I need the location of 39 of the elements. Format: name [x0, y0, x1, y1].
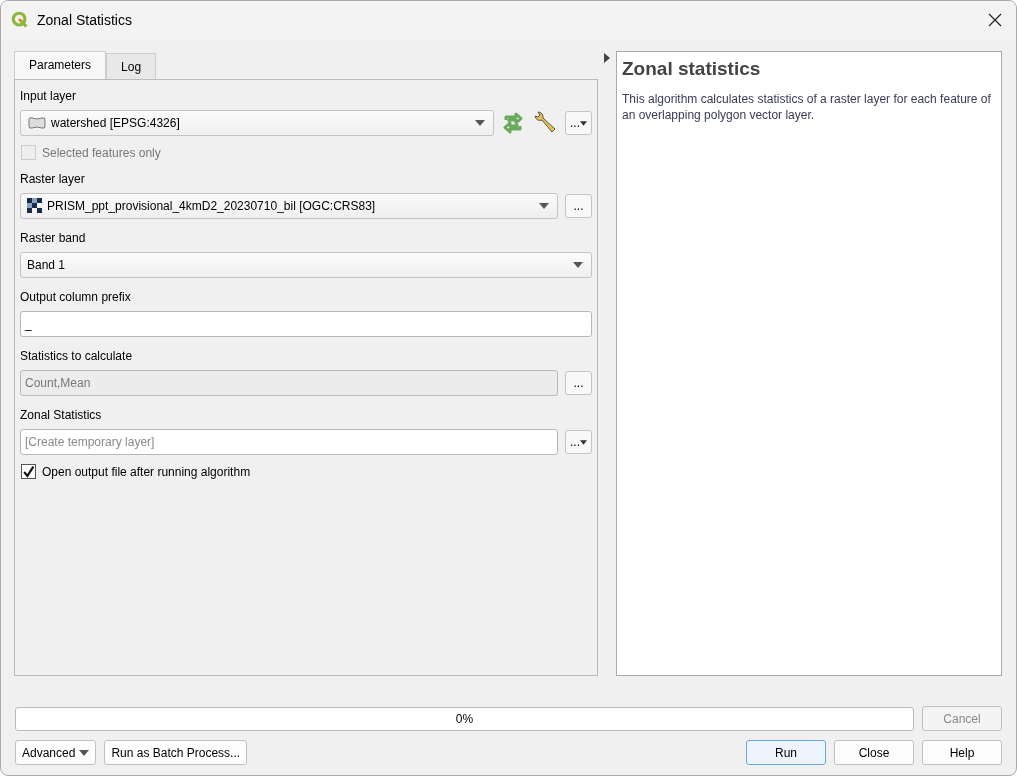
advanced-menu-button[interactable]: Advanced	[15, 740, 97, 765]
dialog-button[interactable]: Close	[834, 740, 914, 765]
parameter-label: Input layer	[20, 89, 78, 103]
help-title: Zonal statistics	[622, 58, 762, 80]
polygon-layer-icon	[27, 116, 47, 130]
caret-icon	[573, 262, 583, 268]
tab[interactable]: Log	[106, 53, 157, 79]
parameter-label: Output column prefix	[20, 290, 132, 304]
caret-icon	[580, 120, 587, 126]
batch-button[interactable]: Run as Batch Process...	[104, 740, 248, 765]
parameter-label: Raster band	[20, 231, 87, 245]
browse-button[interactable]: ...	[565, 194, 592, 218]
checkbox-label: Open output file after running algorithm	[42, 464, 251, 479]
caret-icon	[475, 120, 485, 126]
tab[interactable]: Parameters	[14, 51, 107, 79]
close-icon[interactable]	[988, 13, 1002, 27]
browse-button[interactable]: ...	[565, 111, 592, 135]
help-text: This algorithm calculates statistics of a raster layer for each feature of an overlapping polygon vector layer.	[622, 92, 992, 124]
app-logo-icon	[11, 11, 29, 29]
layer-dropdown[interactable]: watershed [EPSG:4326]	[20, 110, 494, 136]
window-title: Zonal Statistics	[37, 12, 133, 28]
checkbox-label: Selected features only	[42, 145, 161, 160]
browse-button[interactable]: ...	[565, 430, 592, 454]
collapse-arrow-icon[interactable]	[604, 53, 610, 63]
layer-dropdown[interactable]: Band 1	[20, 252, 592, 278]
checkbox[interactable]	[21, 464, 36, 479]
caret-icon	[580, 439, 587, 445]
caret-icon	[79, 749, 90, 756]
text-field[interactable]: _	[20, 311, 592, 337]
parameter-label: Zonal Statistics	[20, 408, 103, 422]
layer-dropdown[interactable]: PRISM_ppt_provisional_4kmD2_20230710_bil [OGC:CRS83]	[20, 193, 558, 219]
progress-reading: 0%	[455, 711, 474, 726]
dialog-button[interactable]: Help	[922, 740, 1002, 765]
parameter-label: Raster layer	[20, 172, 86, 186]
text-field[interactable]: [Create temporary layer]	[20, 429, 558, 455]
run-button[interactable]: Run	[746, 740, 826, 765]
parameter-label: Statistics to calculate	[20, 349, 134, 363]
raster-layer-icon	[27, 198, 43, 214]
caret-icon	[539, 203, 549, 209]
